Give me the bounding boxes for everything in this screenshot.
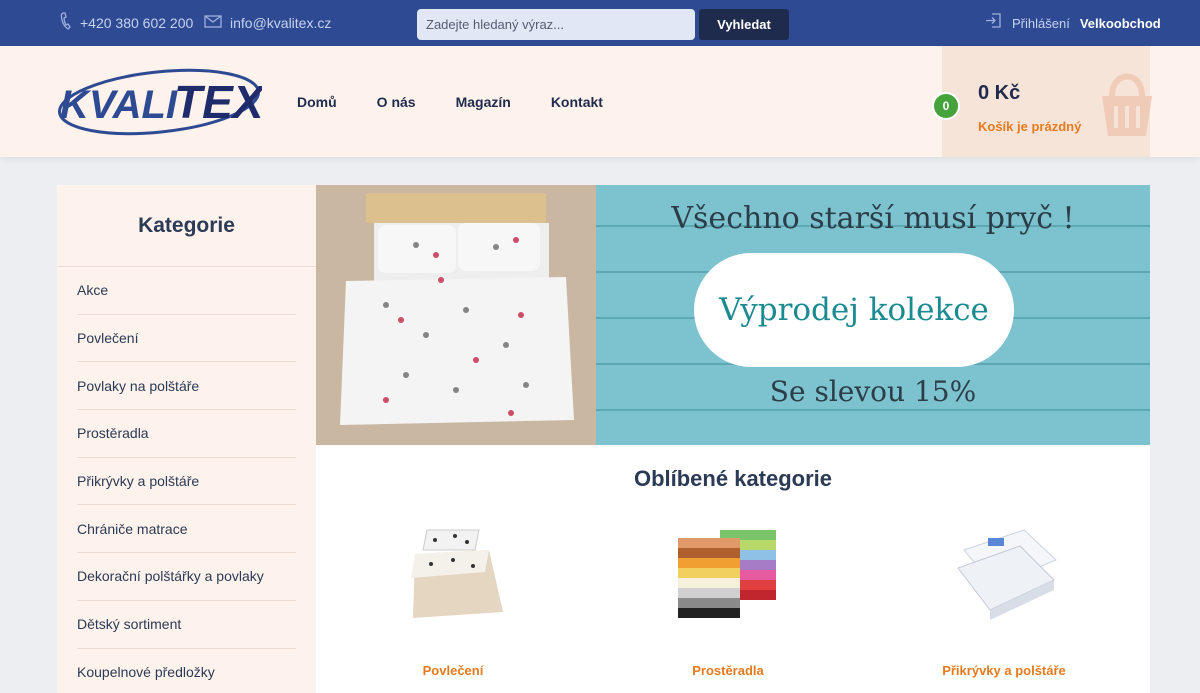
nav-magazine[interactable]: Magazín (456, 94, 511, 110)
banner-sale-label: Výprodej kolekce (694, 253, 1014, 367)
site-header: KVALI TEX Domů O nás Magazín Kontakt 0 0… (0, 46, 1200, 157)
favorites-title: Oblíbené kategorie (633, 466, 833, 491)
login-link[interactable]: Přihlášení (1012, 16, 1070, 31)
nav-home[interactable]: Domů (297, 94, 337, 110)
wholesale-link[interactable]: Velkoobchod (1080, 16, 1161, 31)
favorite-item-povleceni[interactable]: Povlečení (363, 520, 543, 690)
banner-headline: Všechno starší musí pryč ! (671, 201, 1075, 236)
category-item-akce[interactable]: Akce (77, 267, 296, 315)
bedding-photo (316, 185, 596, 445)
phone-icon (60, 12, 72, 34)
duvet-image (957, 529, 1057, 620)
category-item-koupelnove[interactable]: Koupelnové předložky (77, 649, 296, 693)
account-links: Přihlášení Velkoobchod (985, 0, 1161, 46)
favorite-label-prosteradla: Prostěradla (692, 663, 764, 678)
favorite-label-povleceni: Povlečení (422, 663, 484, 678)
banner-discount: Se slevou 15% (769, 375, 977, 408)
favorite-categories: Oblíbené kategorie Povlečení Prostěradla… (316, 445, 1150, 693)
cart-total: 0 Kč (978, 82, 1021, 104)
login-icon (985, 13, 1002, 33)
category-sidebar: Kategorie Akce Povlečení Povlaky na polš… (57, 185, 316, 693)
category-item-chranice[interactable]: Chrániče matrace (77, 505, 296, 554)
kvalitex-logo[interactable]: KVALI TEX (56, 60, 266, 138)
nav-contact[interactable]: Kontakt (551, 94, 603, 110)
main-nav: Domů O nás Magazín Kontakt (297, 46, 643, 157)
cart-status: Košík je prázdný (978, 119, 1082, 134)
promo-banner[interactable]: Všechno starší musí pryč ! Výprodej kole… (316, 185, 1150, 445)
search-button[interactable]: Vyhledat (699, 9, 789, 40)
search-input[interactable] (417, 9, 695, 40)
basket-icon (1102, 73, 1152, 136)
phone-contact[interactable]: +420 380 602 200 (60, 0, 193, 46)
bedding-image (411, 529, 503, 618)
category-item-prikryvky[interactable]: Přikrývky a polštáře (77, 458, 296, 506)
top-bar: +420 380 602 200 info@kvalitex.cz Vyhled… (0, 0, 1200, 46)
category-item-dekoracni[interactable]: Dekorační polštářky a povlaky (77, 553, 296, 601)
email-address: info@kvalitex.cz (230, 15, 332, 31)
favorite-item-prosteradla[interactable]: Prostěradla (638, 520, 818, 690)
category-item-prosteradla[interactable]: Prostěradla (77, 410, 296, 458)
phone-number: +420 380 602 200 (80, 15, 194, 31)
favorite-item-prikryvky[interactable]: Přikrývky a polštáře (914, 520, 1094, 690)
shopping-cart[interactable]: 0 0 Kč Košík je prázdný (932, 46, 1152, 157)
category-item-detsky[interactable]: Dětský sortiment (77, 601, 296, 649)
email-contact[interactable]: info@kvalitex.cz (204, 0, 331, 46)
sheets-image (678, 530, 776, 618)
category-item-povleceni[interactable]: Povlečení (77, 315, 296, 363)
category-list: Akce Povlečení Povlaky na polštáře Prost… (57, 267, 316, 693)
envelope-icon (204, 14, 222, 32)
category-item-povlaky[interactable]: Povlaky na polštáře (77, 362, 296, 411)
cart-count-badge: 0 (932, 92, 960, 120)
favorite-label-prikryvky: Přikrývky a polštáře (942, 663, 1066, 678)
logo-text-tex: TEX (174, 76, 262, 128)
logo-text-kvali: KVALI (60, 83, 178, 127)
nav-about[interactable]: O nás (377, 94, 416, 110)
sale-promo: Všechno starší musí pryč ! Výprodej kole… (596, 185, 1150, 445)
sidebar-title: Kategorie (57, 185, 316, 267)
